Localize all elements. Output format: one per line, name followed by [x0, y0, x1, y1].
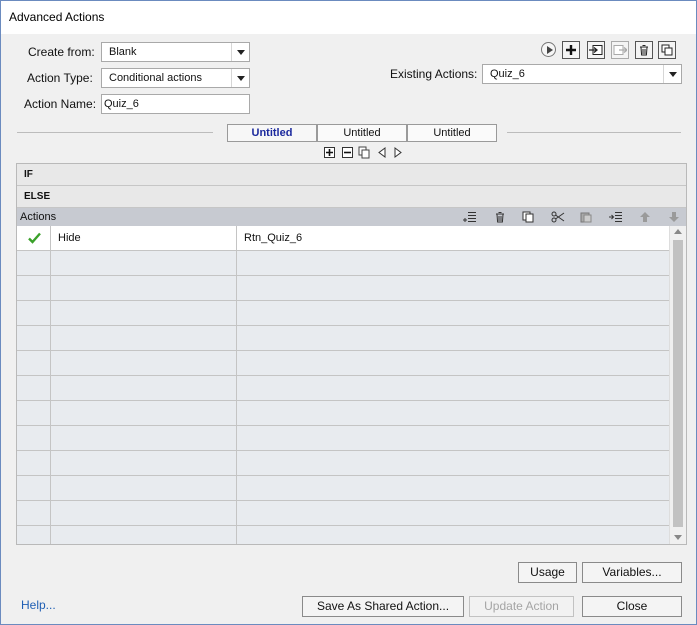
duplicate-icon[interactable] — [658, 41, 676, 59]
action-type-label: Action Type: — [27, 71, 93, 85]
else-label: ELSE — [24, 191, 51, 202]
check-icon — [28, 232, 41, 244]
chevron-down-icon — [663, 65, 681, 83]
table-row[interactable] — [17, 401, 669, 426]
insert-row-icon[interactable] — [462, 210, 478, 224]
table-row[interactable] — [17, 476, 669, 501]
cut-row-icon[interactable] — [550, 210, 566, 224]
usage-button[interactable]: Usage — [518, 562, 577, 583]
add-condition-icon[interactable] — [324, 147, 335, 158]
table-row[interactable] — [17, 326, 669, 351]
table-row[interactable] — [17, 501, 669, 526]
chevron-down-icon — [231, 69, 249, 87]
title-bar: Advanced Actions — [1, 1, 696, 34]
tab-condition-3[interactable]: Untitled — [407, 124, 497, 142]
table-row[interactable] — [17, 301, 669, 326]
table-row[interactable] — [17, 526, 669, 544]
export-icon[interactable] — [611, 41, 629, 59]
action-name-input[interactable]: Quiz_6 — [101, 94, 250, 114]
advanced-actions-dialog: Advanced Actions Create from: Blank Acti… — [0, 0, 697, 625]
scroll-up-icon[interactable] — [674, 229, 682, 234]
close-button[interactable]: Close — [582, 596, 682, 617]
create-from-value: Blank — [109, 46, 137, 58]
action-name-label: Action Name: — [24, 97, 97, 111]
window-title: Advanced Actions — [9, 10, 105, 24]
tab-condition-1[interactable]: Untitled — [227, 124, 317, 142]
indent-row-icon[interactable] — [608, 210, 624, 224]
delete-row-icon[interactable] — [492, 210, 508, 224]
play-icon[interactable] — [541, 42, 556, 57]
existing-actions-label: Existing Actions: — [390, 67, 478, 81]
variables-button[interactable]: Variables... — [582, 562, 682, 583]
delete-icon[interactable] — [635, 41, 653, 59]
target-cell[interactable]: Rtn_Quiz_6 — [237, 226, 669, 251]
row-status-cell[interactable] — [17, 226, 51, 251]
existing-actions-value: Quiz_6 — [490, 68, 525, 80]
chevron-down-icon — [231, 43, 249, 61]
divider-right — [507, 132, 681, 133]
existing-actions-dropdown[interactable]: Quiz_6 — [482, 64, 682, 84]
add-icon[interactable] — [562, 41, 580, 59]
if-section[interactable]: IF — [17, 164, 686, 186]
copy-condition-icon[interactable] — [358, 146, 371, 162]
table-row[interactable]: Hide Rtn_Quiz_6 — [17, 226, 669, 251]
create-from-dropdown[interactable]: Blank — [101, 42, 250, 62]
action-cell[interactable]: Hide — [51, 226, 237, 251]
tab-condition-2[interactable]: Untitled — [317, 124, 407, 142]
table-row[interactable] — [17, 426, 669, 451]
else-section[interactable]: ELSE — [17, 186, 686, 208]
table-row[interactable] — [17, 376, 669, 401]
move-up-icon[interactable] — [637, 210, 653, 224]
actions-toolbar: Actions — [17, 208, 686, 226]
if-label: IF — [24, 169, 33, 180]
divider-left — [17, 132, 213, 133]
table-row[interactable] — [17, 451, 669, 476]
table-row[interactable] — [17, 276, 669, 301]
import-icon[interactable] — [587, 41, 605, 59]
action-type-value: Conditional actions — [109, 72, 202, 84]
move-right-icon[interactable] — [393, 147, 403, 161]
table-row[interactable] — [17, 351, 669, 376]
move-left-icon[interactable] — [377, 147, 387, 161]
paste-row-icon[interactable] — [578, 210, 594, 224]
scrollbar-thumb[interactable] — [673, 240, 683, 527]
table-row[interactable] — [17, 251, 669, 276]
create-from-label: Create from: — [28, 45, 95, 59]
remove-condition-icon[interactable] — [342, 147, 353, 158]
help-link[interactable]: Help... — [21, 598, 56, 612]
actions-table: Hide Rtn_Quiz_6 — [17, 226, 669, 544]
save-as-shared-action-button[interactable]: Save As Shared Action... — [302, 596, 464, 617]
move-down-icon[interactable] — [666, 210, 682, 224]
update-action-button[interactable]: Update Action — [469, 596, 574, 617]
copy-row-icon[interactable] — [520, 210, 536, 224]
condition-panel: IF ELSE Actions Hide Rtn_Quiz_6 — [16, 163, 687, 545]
actions-label: Actions — [20, 211, 57, 223]
scroll-down-icon[interactable] — [674, 535, 682, 540]
action-type-dropdown[interactable]: Conditional actions — [101, 68, 250, 88]
table-scrollbar[interactable] — [669, 226, 686, 544]
